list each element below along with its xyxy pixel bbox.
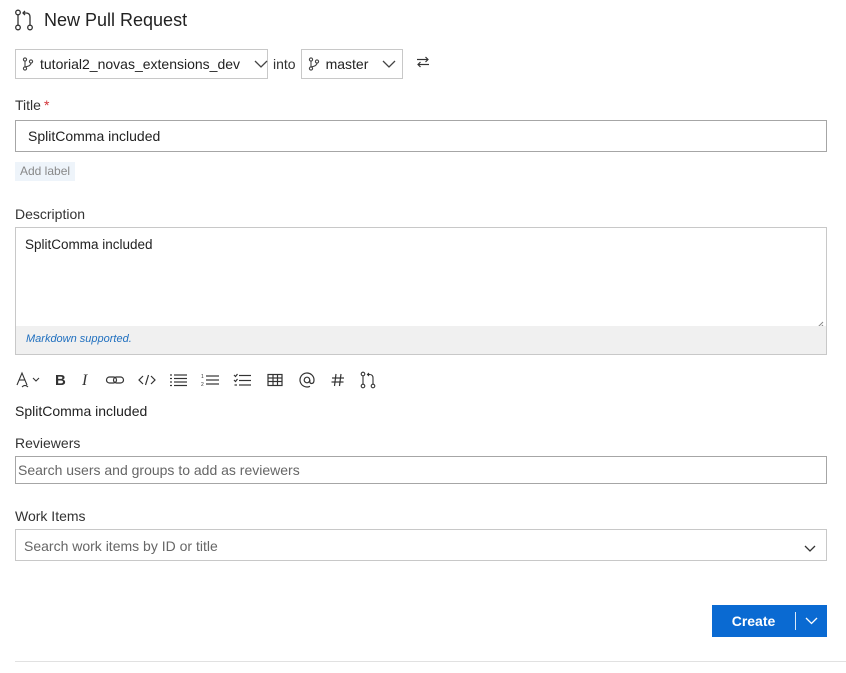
title-input[interactable] [15,120,827,152]
pull-request-link-icon [359,371,377,389]
format-button[interactable] [15,368,43,392]
page-header: New Pull Request [14,6,187,34]
table-button[interactable] [265,368,285,392]
target-branch-dropdown[interactable]: master [300,49,403,79]
mention-button[interactable] [297,368,317,392]
branch-icon [22,57,34,71]
link-icon [105,371,125,389]
description-text: SplitComma included [25,237,153,252]
swap-icon [415,55,431,74]
numbered-list-icon: 1 2 [201,371,221,389]
work-items-search[interactable]: Search work items by ID or title [15,529,827,561]
svg-text:1: 1 [201,374,204,380]
swap-branches-button[interactable] [415,55,431,74]
pull-request-link-button[interactable] [359,368,377,392]
source-branch-label: tutorial2_novas_extensions_dev [40,56,241,72]
reviewers-search-input[interactable] [15,456,827,484]
description-preview: SplitComma included [15,403,148,419]
work-items-placeholder: Search work items by ID or title [24,538,218,554]
reviewers-label: Reviewers [15,435,81,451]
create-options-button[interactable] [796,605,827,637]
bold-button[interactable]: B [53,368,67,392]
markdown-bar: Markdown supported. [16,326,826,354]
bottom-divider [15,661,846,662]
target-branch-label: master [325,56,369,72]
svg-text:I: I [81,372,88,389]
title-label-text: Title [15,97,41,113]
bulleted-list-button[interactable] [169,368,189,392]
branch-icon [308,57,320,71]
description-label: Description [15,206,86,222]
branch-selector-row: tutorial2_novas_extensions_dev into mast… [15,48,431,80]
source-branch-dropdown[interactable]: tutorial2_novas_extensions_dev [15,49,268,79]
italic-button[interactable]: I [79,368,93,392]
bulleted-list-icon [169,371,189,389]
markdown-supported-link[interactable]: Markdown supported. [26,333,132,345]
chevron-down-icon [805,612,818,630]
description-textarea[interactable]: SplitComma included Markdown supported. [15,227,827,355]
create-split-button: Create [712,605,827,637]
code-button[interactable] [137,368,157,392]
code-icon [137,371,157,389]
table-icon [265,371,285,389]
link-button[interactable] [105,368,125,392]
chevron-down-icon [254,60,268,68]
work-item-hash-button[interactable] [329,368,347,392]
svg-text:B: B [55,372,66,389]
create-button[interactable]: Create [712,613,795,629]
work-items-label: Work Items [15,508,86,524]
format-icon [15,371,43,389]
add-label-button[interactable]: Add label [15,162,76,181]
numbered-list-button[interactable]: 1 2 [201,368,221,392]
pull-request-icon [14,9,34,31]
work-item-hash-icon [329,371,347,389]
svg-text:2: 2 [201,382,204,388]
bold-icon: B [53,371,67,389]
page-title: New Pull Request [44,9,188,30]
required-marker: * [43,97,50,113]
checklist-button[interactable] [233,368,253,392]
chevron-down-icon [382,60,396,68]
new-pull-request-page: New Pull Request tutorial2_novas_extensi… [0,0,846,673]
into-label: into [273,56,296,72]
split-divider [795,612,796,630]
mention-icon [297,371,317,389]
chevron-down-icon [804,540,816,558]
italic-icon: I [79,371,93,389]
checklist-icon [233,371,253,389]
title-label: Title * [15,97,49,113]
formatting-toolbar: B I 1 2 [15,368,389,392]
